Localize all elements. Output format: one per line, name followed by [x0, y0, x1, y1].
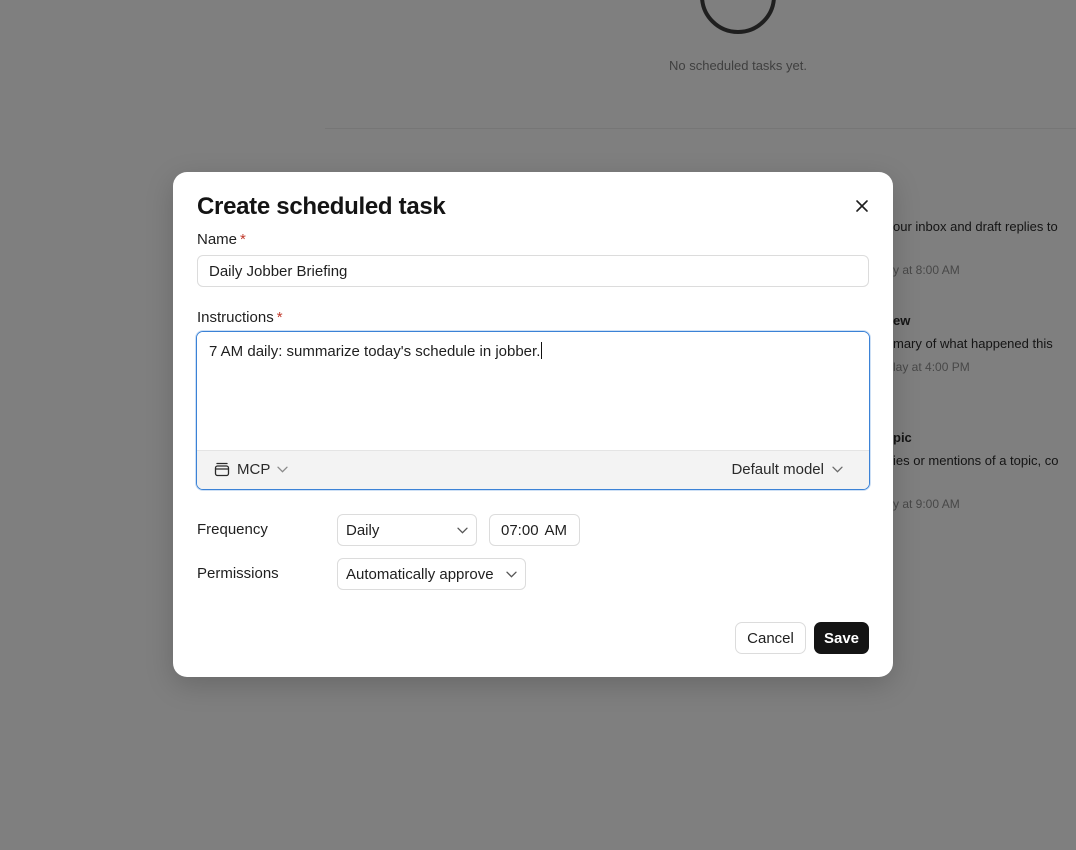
chevron-down-icon: [832, 466, 843, 473]
name-input[interactable]: [197, 255, 869, 287]
time-period[interactable]: AM: [545, 522, 568, 539]
time-input[interactable]: 07:00 AM: [489, 514, 580, 546]
save-button[interactable]: Save: [814, 622, 869, 654]
cancel-button[interactable]: Cancel: [735, 622, 806, 654]
required-marker: *: [240, 231, 246, 248]
name-label: Name *: [197, 231, 246, 248]
chevron-down-icon: [506, 571, 517, 578]
folder-icon: [214, 462, 230, 477]
chevron-down-icon: [457, 527, 468, 534]
permissions-select[interactable]: Automatically approve: [337, 558, 526, 590]
model-selector-button[interactable]: Default model: [731, 461, 843, 478]
permissions-label: Permissions: [197, 565, 279, 582]
instructions-field[interactable]: 7 AM daily: summarize today's schedule i…: [196, 331, 870, 490]
text-caret: [541, 342, 543, 359]
close-icon: [856, 200, 868, 212]
create-task-dialog: Create scheduled task Name* Instructions…: [173, 172, 893, 677]
frequency-select[interactable]: Daily: [337, 514, 477, 546]
chevron-down-icon: [277, 466, 288, 473]
time-value[interactable]: 07:00: [501, 522, 539, 539]
close-button[interactable]: [851, 195, 873, 217]
instructions-toolbar: MCP Default model: [197, 450, 869, 489]
dialog-title: Create scheduled task: [197, 193, 446, 220]
mcp-selector-button[interactable]: MCP: [214, 461, 288, 478]
frequency-label: Frequency: [197, 521, 268, 538]
instructions-label: Instructions *: [197, 309, 283, 326]
required-marker: *: [276, 309, 283, 326]
instructions-textarea[interactable]: 7 AM daily: summarize today's schedule i…: [197, 332, 869, 450]
